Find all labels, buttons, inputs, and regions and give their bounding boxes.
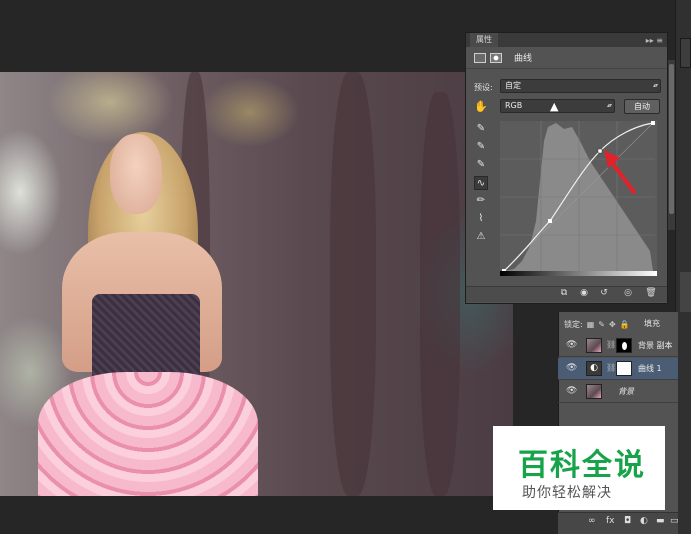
- tree-trunk: [330, 72, 376, 496]
- curves-graph[interactable]: [500, 121, 657, 276]
- layer-row[interactable]: 👁 ◐ ⛓ 曲线 1: [558, 358, 678, 380]
- preset-select[interactable]: 自定: [500, 79, 661, 93]
- layer-row[interactable]: 👁 背景: [558, 381, 678, 403]
- mask-icon[interactable]: [490, 52, 502, 63]
- lock-image-icon[interactable]: ✎: [598, 320, 605, 329]
- new-adjustment-icon[interactable]: ◐: [640, 516, 648, 526]
- red-arrow-annotation: [604, 150, 636, 194]
- collapse-icon[interactable]: ▸▸: [646, 36, 654, 45]
- new-layer-icon[interactable]: ▭: [670, 516, 679, 526]
- fill-label: 填充: [644, 319, 660, 328]
- curves-adjustment-icon: ◐: [586, 361, 602, 376]
- lock-transparent-icon[interactable]: ▦: [587, 320, 595, 329]
- panel-menu-icon[interactable]: ≡: [656, 36, 663, 45]
- side-dock: [680, 272, 691, 312]
- eye-icon[interactable]: 👁: [566, 363, 577, 373]
- panel-dock-button[interactable]: [680, 38, 691, 68]
- layer-mask-thumbnail[interactable]: [616, 338, 632, 353]
- subject-skirt: [38, 372, 258, 496]
- properties-tab[interactable]: 属性: [470, 33, 498, 47]
- new-group-icon[interactable]: ▬: [656, 516, 665, 526]
- preset-value: 自定: [505, 81, 521, 90]
- curve-point[interactable]: [548, 219, 552, 223]
- eyedropper-white-icon[interactable]: ✎: [474, 158, 488, 172]
- layer-row[interactable]: 👁 ⛓ 背景 副本: [558, 335, 678, 357]
- hand-icon[interactable]: ✋: [474, 100, 488, 113]
- layer-name[interactable]: 曲线 1: [638, 363, 662, 374]
- properties-scroll-thumb[interactable]: [669, 64, 674, 214]
- layer-style-icon[interactable]: fx: [606, 516, 615, 526]
- eye-icon[interactable]: 👁: [566, 340, 577, 350]
- input-gradient-bar: [500, 271, 657, 276]
- tree-trunk: [420, 92, 460, 496]
- curve-icon[interactable]: ∿: [474, 176, 488, 190]
- watermark-title: 百科全说: [518, 448, 646, 483]
- preset-label: 预设:: [474, 83, 493, 92]
- canvas-photo[interactable]: [0, 72, 513, 496]
- layer-mask-thumbnail[interactable]: [616, 361, 632, 376]
- add-mask-icon[interactable]: ◘: [624, 516, 631, 526]
- lock-all-icon[interactable]: 🔒: [620, 320, 630, 329]
- layer-name[interactable]: 背景: [618, 386, 634, 397]
- delete-icon[interactable]: 🗑: [645, 288, 657, 298]
- subject-face: [110, 134, 162, 214]
- eyedropper-gray-icon[interactable]: ✎: [474, 140, 488, 154]
- mouse-cursor-icon: ▲: [550, 100, 559, 113]
- auto-button[interactable]: 自动: [624, 99, 660, 114]
- eye-icon[interactable]: 👁: [566, 386, 577, 396]
- layer-name[interactable]: 背景 副本: [638, 340, 673, 351]
- pencil-icon[interactable]: ✏: [474, 194, 488, 208]
- channel-value: RGB: [505, 101, 523, 110]
- reset-icon[interactable]: ↺: [598, 288, 610, 298]
- layer-thumbnail: [586, 384, 602, 399]
- chain-link-icon[interactable]: ⛓: [606, 340, 616, 349]
- adjustment-icon[interactable]: [474, 52, 486, 63]
- link-layers-icon[interactable]: ∞: [588, 516, 596, 526]
- photoshop-window: 属性 ▸▸ ≡ 曲线 预设: 自定 ✋ RGB ▲ 自动 ✎ ✎ ✎ ∿ ✏ ⌇…: [0, 0, 691, 534]
- smooth-icon[interactable]: ⌇: [474, 212, 488, 226]
- visibility-eye-icon[interactable]: ◎: [622, 288, 634, 298]
- lock-position-icon[interactable]: ✥: [609, 320, 616, 329]
- lock-label: 锁定:: [564, 319, 583, 329]
- view-previous-icon[interactable]: ◉: [578, 288, 590, 298]
- panel-controls[interactable]: ▸▸ ≡: [646, 36, 663, 45]
- curve-point[interactable]: [651, 121, 655, 125]
- properties-header: 曲线: [466, 47, 667, 69]
- clipping-warning-icon[interactable]: ⚠: [474, 230, 488, 244]
- watermark-subtitle: 助你轻松解决: [522, 485, 612, 501]
- chain-link-icon[interactable]: ⛓: [606, 363, 616, 372]
- layer-thumbnail: [586, 338, 602, 353]
- properties-tabbar: 属性 ▸▸ ≡: [466, 33, 667, 47]
- eyedropper-black-icon[interactable]: ✎: [474, 122, 488, 136]
- clip-to-layer-icon[interactable]: ⧉: [558, 288, 570, 298]
- lock-row: 锁定: ▦ ✎ ✥ 🔒: [558, 316, 678, 332]
- panel-title: 曲线: [514, 54, 533, 64]
